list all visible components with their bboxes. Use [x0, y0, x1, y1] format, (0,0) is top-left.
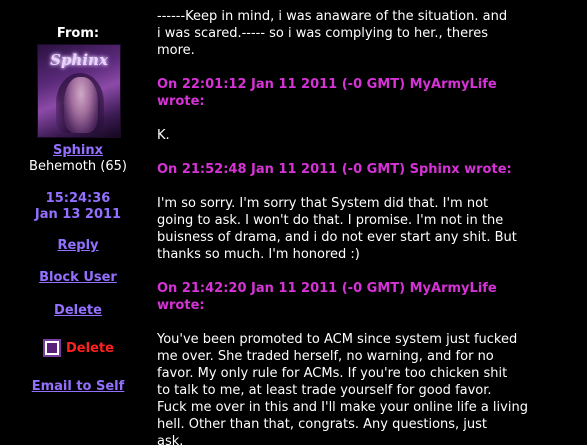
delete-checkbox-row: Delete [43, 338, 114, 358]
quote-body-line: me over. She traded herself, no warning,… [157, 349, 494, 364]
message-timestamp: 15:24:36 Jan 13 2011 [0, 191, 156, 223]
message-intro: ------Keep in mind, i was anaware of the… [157, 8, 533, 59]
message-time: 15:24:36 [45, 191, 111, 206]
quote-header-line: On 22:01:12 Jan 11 2011 (-0 GMT) MyArmyL… [157, 77, 497, 92]
quote-body: You've been promoted to ACM since system… [157, 331, 533, 445]
quote-body-line: Fuck me over in this and I'll make your … [157, 400, 528, 415]
quote-body-line: buisness of drama, and i do not ever sta… [157, 230, 517, 245]
quote-header-line: On 21:52:48 Jan 11 2011 (-0 GMT) Sphinx … [157, 162, 512, 177]
quote-header: On 21:42:20 Jan 11 2011 (-0 GMT) MyArmyL… [157, 280, 533, 314]
message-intro-line: i was scared.----- so i was complying to… [157, 26, 488, 41]
delete-checkbox-label[interactable]: Delete [66, 341, 114, 356]
quote-body: I'm so sorry. I'm sorry that System did … [157, 195, 533, 263]
quote-header: On 21:52:48 Jan 11 2011 (-0 GMT) Sphinx … [157, 161, 533, 178]
block-user-link[interactable]: Block User [0, 270, 156, 285]
delete-checkbox[interactable] [43, 339, 61, 357]
message-intro-line: ------Keep in mind, i was anaware of the… [157, 9, 508, 24]
quote-body-line: to talk to me, at least trade yourself f… [157, 383, 492, 398]
quote-header-line: wrote: [157, 298, 205, 313]
sender-rank: Behemoth (65) [29, 159, 127, 174]
avatar-figure [64, 77, 98, 133]
quote-body-line: favor. My only rule for ACMs. If you're … [157, 366, 508, 381]
message-date: Jan 13 2011 [34, 207, 122, 222]
avatar[interactable]: Sphinx [37, 44, 121, 138]
quote-body-line: ask. [157, 434, 184, 445]
sender-sidebar: From: Sphinx Sphinx Behemoth (65) 15:24:… [0, 0, 150, 445]
message-intro-line: more. [157, 43, 195, 58]
quote-body-line: You've been promoted to ACM since system… [157, 332, 518, 347]
message-body: ------Keep in mind, i was anaware of the… [157, 8, 533, 445]
from-label: From: [56, 26, 100, 41]
quote-header-line: wrote: [157, 94, 205, 109]
quote-header: On 22:01:12 Jan 11 2011 (-0 GMT) MyArmyL… [157, 76, 533, 110]
reply-link[interactable]: Reply [0, 238, 156, 253]
quote-body-line: I'm so sorry. I'm sorry that System did … [157, 196, 489, 211]
sender-username-link[interactable]: Sphinx [0, 143, 156, 158]
quote-body-line: hell. Other than that, congrats. Any que… [157, 417, 488, 432]
quote-body-line: thanks so much. I'm honored :) [157, 247, 360, 262]
avatar-logo-text: Sphinx [50, 51, 108, 69]
delete-link[interactable]: Delete [0, 303, 156, 318]
quote-body-line: going to ask. I won't do that. I promise… [157, 213, 504, 228]
quote-body: K. [157, 127, 533, 144]
quote-header-line: On 21:42:20 Jan 11 2011 (-0 GMT) MyArmyL… [157, 281, 497, 296]
quote-body-line: K. [157, 128, 170, 143]
email-to-self-link[interactable]: Email to Self [0, 379, 156, 394]
